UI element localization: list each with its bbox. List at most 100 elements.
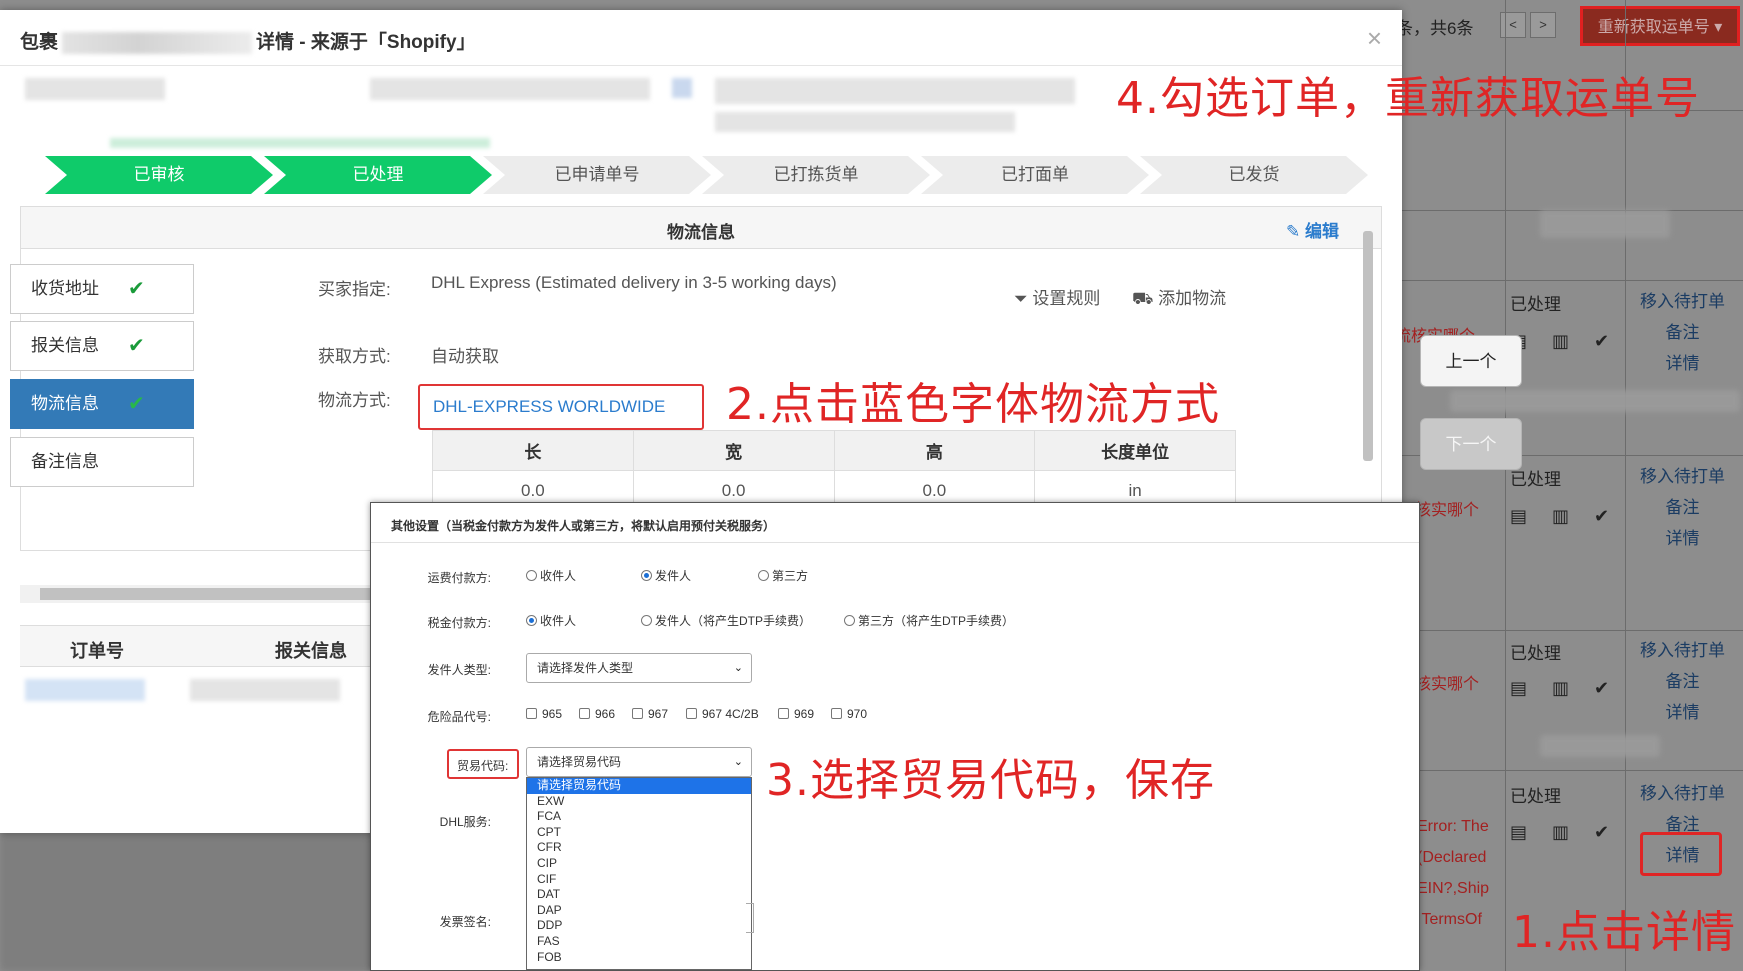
dropdown-option[interactable]: CIP xyxy=(527,856,751,872)
trade-code-select[interactable]: 请选择贸易代码 ⌄ xyxy=(526,747,752,777)
annotation-step-3: 3.选择贸易代码，保存 xyxy=(766,755,1215,806)
row-action-icons[interactable]: ▤ ▥ ✔ xyxy=(1510,678,1619,699)
tax-payer-third-party[interactable]: 第三方（将产生DTP手续费） xyxy=(844,612,1014,629)
radio-checked-icon xyxy=(641,570,652,581)
dropdown-option[interactable]: EXW xyxy=(527,794,751,810)
redacted-package-id xyxy=(62,31,253,54)
radio-icon xyxy=(844,615,855,626)
sender-type-label: 发件人类型: xyxy=(427,663,491,677)
dropdown-option[interactable]: FAS xyxy=(527,934,751,950)
chevron-down-icon: ⌄ xyxy=(733,662,743,674)
background-blur xyxy=(1450,390,1740,412)
dialog-header: 其他设置（当税金付款方为发件人或第三方，将默认启用预付关税服务） xyxy=(371,503,1419,543)
annotation-step-1: 1.点击详情 xyxy=(1512,907,1736,958)
dropdown-option[interactable]: FOB xyxy=(527,950,751,966)
trade-code-dropdown[interactable]: 请选择贸易代码 EXW FCA CPT CFR CIP CIF DAT DAP … xyxy=(526,777,752,970)
checkbox-icon xyxy=(579,708,590,719)
vertical-scrollbar[interactable] xyxy=(1363,221,1373,461)
row-error: 核实哪个 xyxy=(1415,502,1480,519)
row-divider xyxy=(1395,770,1743,771)
radio-icon xyxy=(758,570,769,581)
note-link[interactable]: 备注 xyxy=(1635,492,1730,523)
detail-link[interactable]: 详情 xyxy=(1635,697,1730,728)
close-icon[interactable]: × xyxy=(1367,23,1382,54)
dangerous-967[interactable]: 967 xyxy=(632,707,668,721)
next-page-button[interactable]: > xyxy=(1530,12,1556,38)
redacted-order-summary xyxy=(0,72,1120,150)
col-height: 高 xyxy=(833,430,1036,471)
tab-shipping-address[interactable]: 收货地址 ✔ xyxy=(10,264,194,314)
dropdown-option[interactable]: FCA xyxy=(527,809,751,825)
row-status: 已处理 xyxy=(1510,787,1561,806)
freight-payer-third-party[interactable]: 第三方 xyxy=(758,567,808,584)
check-icon: ✔ xyxy=(128,393,145,415)
note-link[interactable]: 备注 xyxy=(1635,666,1730,697)
background-blur xyxy=(0,830,420,971)
tax-payer-label: 税金付款方: xyxy=(427,616,491,630)
page-count: 条，共6条 xyxy=(1396,19,1474,38)
background-blur xyxy=(1540,735,1660,757)
move-to-print-link[interactable]: 移入待打单 xyxy=(1635,461,1730,492)
freight-payer-label: 运费付款方: xyxy=(427,571,491,585)
background-blur xyxy=(1540,210,1670,238)
shipping-method-link[interactable]: DHL-EXPRESS WORLDWIDE xyxy=(433,397,665,417)
note-link[interactable]: 备注 xyxy=(1635,317,1730,348)
tab-logistics-info[interactable]: 物流信息 ✔ xyxy=(10,379,194,429)
modal-title: 包裹 详情 - 来源于「Shopify」 xyxy=(20,31,476,54)
dropdown-option[interactable]: DAT xyxy=(527,887,751,903)
trade-code-label: 贸易代码: xyxy=(457,759,509,773)
dropdown-option[interactable]: DDP xyxy=(527,918,751,934)
panel-title: 物流信息 xyxy=(667,223,735,242)
row-error: Error: The (Declared EIN?,Ship ,TermsOf xyxy=(1417,818,1490,928)
freight-payer-sender[interactable]: 发件人 xyxy=(641,567,691,584)
tab-notes[interactable]: 备注信息 xyxy=(10,437,194,487)
row-action-icons[interactable]: ▤ ▥ ✔ xyxy=(1510,822,1619,843)
dropdown-option[interactable]: DAP xyxy=(527,903,751,919)
dropdown-option[interactable]: CPT xyxy=(527,825,751,841)
next-order-button[interactable]: 下一个 xyxy=(1420,418,1522,470)
tax-payer-recipient[interactable]: 收件人 xyxy=(526,612,576,629)
dropdown-option[interactable]: 请选择贸易代码 xyxy=(527,778,751,794)
prev-page-button[interactable]: < xyxy=(1500,12,1526,38)
step-picklist-printed: 已打拣货单 xyxy=(702,156,930,194)
detail-link[interactable]: 详情 xyxy=(1635,348,1730,379)
dangerous-969[interactable]: 969 xyxy=(778,707,814,721)
previous-order-button[interactable]: 上一个 xyxy=(1420,335,1522,387)
tab-customs-info[interactable]: 报关信息 ✔ xyxy=(10,321,194,371)
refetch-tracking-button[interactable]: 重新获取运单号 ▾ xyxy=(1580,6,1740,46)
dangerous-966[interactable]: 966 xyxy=(579,707,615,721)
column-divider xyxy=(1625,0,1626,971)
move-to-print-link[interactable]: 移入待打单 xyxy=(1635,286,1730,317)
move-to-print-link[interactable]: 移入待打单 xyxy=(1635,635,1730,666)
row-divider xyxy=(1395,280,1743,281)
set-rule-button[interactable]: ⏷ 设置规则 xyxy=(1014,284,1100,309)
other-settings-dialog: 其他设置（当税金付款方为发件人或第三方，将默认启用预付关税服务） 运费付款方: … xyxy=(370,502,1420,971)
panel-header: 物流信息 ✎ 编辑 xyxy=(21,207,1381,249)
detail-link[interactable]: 详情 xyxy=(1635,523,1730,554)
row-error: 核实哪个 xyxy=(1415,676,1480,693)
radio-checked-icon xyxy=(526,615,537,626)
horizontal-scrollbar[interactable] xyxy=(20,585,376,603)
edit-icon: ✎ xyxy=(1286,222,1301,241)
row-status: 已处理 xyxy=(1510,644,1561,663)
add-logistics-button[interactable]: ⛟ 添加物流 xyxy=(1132,284,1226,311)
dangerous-967-4c2b[interactable]: 967 4C/2B xyxy=(686,707,759,721)
row-action-icons[interactable]: ▤ ▥ ✔ xyxy=(1510,506,1619,527)
row-action-icons[interactable]: ▤ ▥ ✔ xyxy=(1510,331,1619,352)
fetch-method-value: 自动获取 xyxy=(431,347,499,366)
tax-payer-sender[interactable]: 发件人（将产生DTP手续费） xyxy=(641,612,811,629)
dropdown-option[interactable]: CFR xyxy=(527,840,751,856)
step-reviewed: 已审核 xyxy=(45,156,273,194)
col-width: 宽 xyxy=(632,430,835,471)
dangerous-970[interactable]: 970 xyxy=(831,707,867,721)
sender-type-select[interactable]: 请选择发件人类型 ⌄ xyxy=(526,653,752,683)
row-links: 移入待打单 备注 详情 xyxy=(1635,635,1730,728)
dropdown-option[interactable]: CIF xyxy=(527,872,751,888)
move-to-print-link[interactable]: 移入待打单 xyxy=(1635,778,1730,809)
edit-button[interactable]: ✎ 编辑 xyxy=(1286,217,1339,242)
buyer-specified-value: DHL Express (Estimated delivery in 3-5 w… xyxy=(431,273,837,292)
invoice-signature-input[interactable] xyxy=(746,903,754,933)
freight-payer-recipient[interactable]: 收件人 xyxy=(526,567,576,584)
dangerous-965[interactable]: 965 xyxy=(526,707,562,721)
step-label-printed: 已打面单 xyxy=(921,156,1149,194)
